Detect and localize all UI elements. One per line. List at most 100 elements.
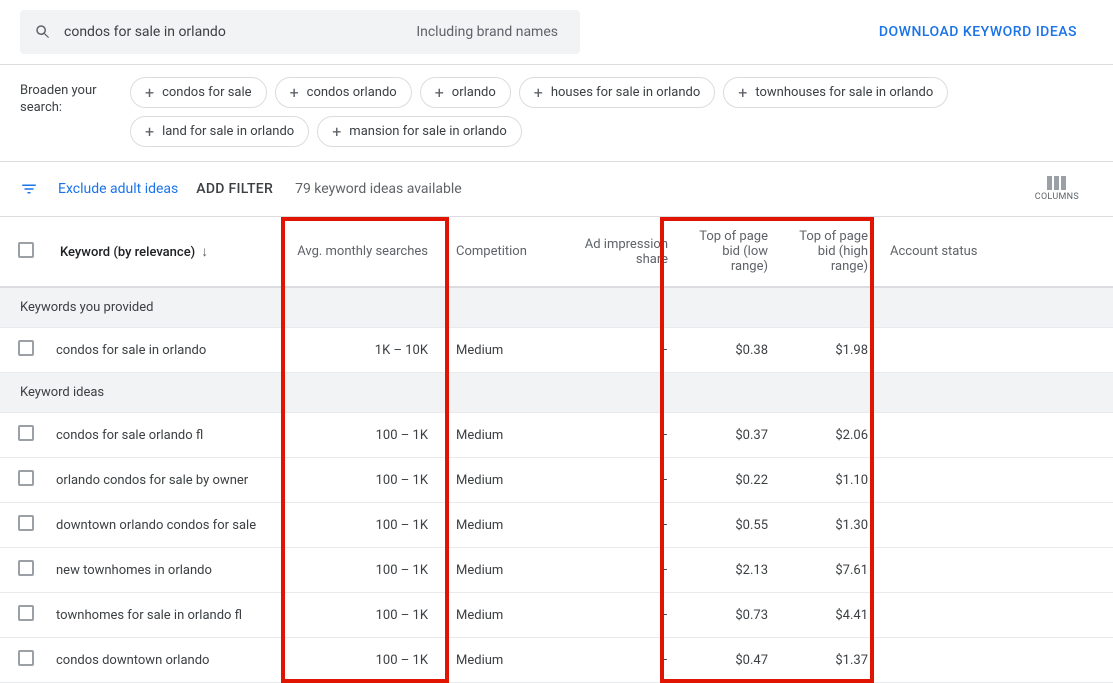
cell-low-bid: $0.73 [682, 593, 782, 638]
cell-competition: Medium [442, 328, 572, 373]
cell-low-bid: $0.47 [682, 638, 782, 683]
cell-impression: – [572, 638, 682, 683]
chip-label: orlando [452, 85, 496, 100]
cell-high-bid: $1.10 [782, 458, 882, 503]
col-competition-header[interactable]: Competition [442, 217, 572, 287]
col-high-bid-header[interactable]: Top of page bid (high range) [782, 217, 882, 287]
col-searches-header[interactable]: Avg. monthly searches [282, 217, 442, 287]
row-checkbox[interactable] [18, 470, 34, 486]
broaden-chip[interactable]: + land for sale in orlando [130, 116, 309, 147]
table-row: condos downtown orlando100 – 1KMedium–$0… [0, 638, 1113, 683]
cell-high-bid: $1.37 [782, 638, 882, 683]
cell-keyword: condos downtown orlando [52, 638, 282, 683]
table-row: townhomes for sale in orlando fl100 – 1K… [0, 593, 1113, 638]
cell-status [882, 413, 1113, 458]
search-icon [34, 23, 52, 41]
cell-competition: Medium [442, 548, 572, 593]
cell-searches: 100 – 1K [282, 593, 442, 638]
col-status-header[interactable]: Account status [882, 217, 1113, 287]
plus-icon: + [290, 83, 299, 102]
chip-label: mansion for sale in orlando [349, 124, 507, 139]
exclude-adult-link[interactable]: Exclude adult ideas [58, 181, 178, 197]
keyword-table: Keyword (by relevance)↓ Avg. monthly sea… [0, 217, 1113, 683]
ideas-count: 79 keyword ideas available [295, 181, 462, 197]
cell-high-bid: $1.98 [782, 328, 882, 373]
cell-status [882, 638, 1113, 683]
chip-label: land for sale in orlando [162, 124, 294, 139]
table-header-row: Keyword (by relevance)↓ Avg. monthly sea… [0, 217, 1113, 287]
section-row: Keyword ideas [0, 373, 1113, 413]
cell-impression: – [572, 503, 682, 548]
filter-row: Exclude adult ideas ADD FILTER 79 keywor… [0, 162, 1113, 217]
cell-high-bid: $1.30 [782, 503, 882, 548]
cell-high-bid: $4.41 [782, 593, 882, 638]
plus-icon: + [738, 83, 747, 102]
chip-label: houses for sale in orlando [551, 85, 700, 100]
chip-label: condos for sale [162, 85, 251, 100]
cell-searches: 100 – 1K [282, 638, 442, 683]
plus-icon: + [534, 83, 543, 102]
plus-icon: + [332, 122, 341, 141]
table-row: orlando condos for sale by owner100 – 1K… [0, 458, 1113, 503]
cell-searches: 1K – 10K [282, 328, 442, 373]
cell-low-bid: $0.22 [682, 458, 782, 503]
cell-status [882, 593, 1113, 638]
columns-label: COLUMNS [1035, 192, 1079, 202]
broaden-chip[interactable]: +condos for sale [130, 77, 267, 108]
cell-keyword: orlando condos for sale by owner [52, 458, 282, 503]
cell-status [882, 328, 1113, 373]
cell-keyword: downtown orlando condos for sale [52, 503, 282, 548]
cell-keyword: new townhomes in orlando [52, 548, 282, 593]
row-checkbox[interactable] [18, 650, 34, 666]
broaden-label: Broaden your search: [20, 77, 130, 117]
plus-icon: + [145, 122, 154, 141]
cell-status [882, 548, 1113, 593]
cell-impression: – [572, 458, 682, 503]
table-row: new townhomes in orlando100 – 1KMedium–$… [0, 548, 1113, 593]
cell-searches: 100 – 1K [282, 548, 442, 593]
funnel-icon[interactable] [20, 180, 38, 198]
broaden-chip[interactable]: +orlando [420, 77, 511, 108]
cell-searches: 100 – 1K [282, 503, 442, 548]
broaden-chip[interactable]: + mansion for sale in orlando [317, 116, 522, 147]
cell-low-bid: $0.55 [682, 503, 782, 548]
col-impression-header[interactable]: Ad impression share [572, 217, 682, 287]
cell-impression: – [572, 413, 682, 458]
chip-label: townhouses for sale in orlando [755, 85, 933, 100]
cell-status [882, 503, 1113, 548]
broaden-chips: +condos for sale+condos orlando+orlando+… [130, 77, 1093, 147]
col-keyword-header[interactable]: Keyword (by relevance)↓ [52, 217, 282, 287]
search-box[interactable]: condos for sale in orlando Including bra… [20, 10, 580, 54]
columns-button[interactable]: COLUMNS [1035, 176, 1079, 202]
download-ideas-link[interactable]: DOWNLOAD KEYWORD IDEAS [879, 24, 1077, 40]
add-filter-button[interactable]: ADD FILTER [196, 181, 273, 197]
sort-arrow-icon: ↓ [201, 244, 208, 260]
chip-label: condos orlando [307, 85, 397, 100]
cell-searches: 100 – 1K [282, 458, 442, 503]
broaden-row: Broaden your search: +condos for sale+co… [0, 65, 1113, 162]
top-bar: condos for sale in orlando Including bra… [0, 0, 1113, 65]
cell-keyword: condos for sale orlando fl [52, 413, 282, 458]
cell-status [882, 458, 1113, 503]
cell-impression: – [572, 548, 682, 593]
row-checkbox[interactable] [18, 605, 34, 621]
cell-keyword: townhomes for sale in orlando fl [52, 593, 282, 638]
header-checkbox[interactable] [18, 242, 34, 258]
table-row: downtown orlando condos for sale100 – 1K… [0, 503, 1113, 548]
cell-competition: Medium [442, 638, 572, 683]
row-checkbox[interactable] [18, 515, 34, 531]
row-checkbox[interactable] [18, 560, 34, 576]
cell-impression: – [572, 593, 682, 638]
cell-competition: Medium [442, 413, 572, 458]
search-query: condos for sale in orlando [64, 24, 416, 40]
broaden-chip[interactable]: + houses for sale in orlando [519, 77, 716, 108]
columns-icon [1047, 176, 1067, 190]
col-low-bid-header[interactable]: Top of page bid (low range) [682, 217, 782, 287]
broaden-chip[interactable]: + condos orlando [275, 77, 412, 108]
row-checkbox[interactable] [18, 425, 34, 441]
section-row: Keywords you provided [0, 287, 1113, 328]
cell-competition: Medium [442, 503, 572, 548]
broaden-chip[interactable]: + townhouses for sale in orlando [723, 77, 948, 108]
brand-names-toggle[interactable]: Including brand names [416, 24, 566, 40]
row-checkbox[interactable] [18, 340, 34, 356]
